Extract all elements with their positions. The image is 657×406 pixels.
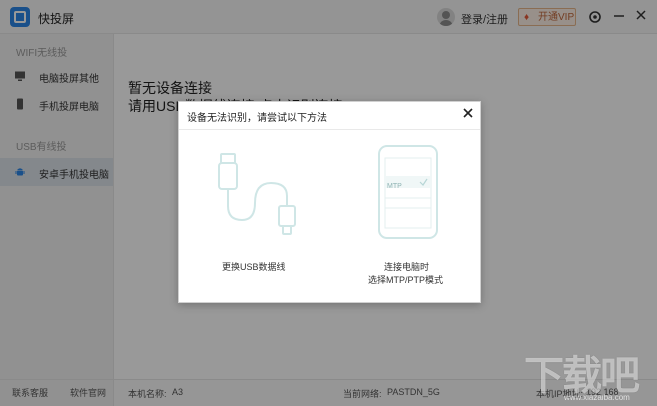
watermark: 下载吧 www.xiazaiba.com bbox=[524, 343, 652, 403]
mtp-option-text: MTP bbox=[387, 183, 402, 190]
device-unrecognized-dialog: 设备无法识别，请尝试以下方法 更换USB数据线 MTP 连接电脑时 选择MTP/… bbox=[178, 101, 481, 303]
select-mtp-ptp-label: 选择MTP/PTP模式 bbox=[368, 275, 444, 285]
dialog-title: 设备无法识别，请尝试以下方法 bbox=[187, 113, 327, 124]
connect-pc-label: 连接电脑时 bbox=[384, 262, 430, 272]
usb-cable-illustration bbox=[218, 153, 296, 235]
watermark-url: www.xiazaiba.com bbox=[564, 393, 630, 402]
change-usb-cable-label: 更换USB数据线 bbox=[222, 262, 286, 272]
close-icon[interactable] bbox=[460, 105, 476, 121]
phone-mtp-illustration bbox=[378, 145, 438, 239]
divider bbox=[179, 129, 480, 130]
